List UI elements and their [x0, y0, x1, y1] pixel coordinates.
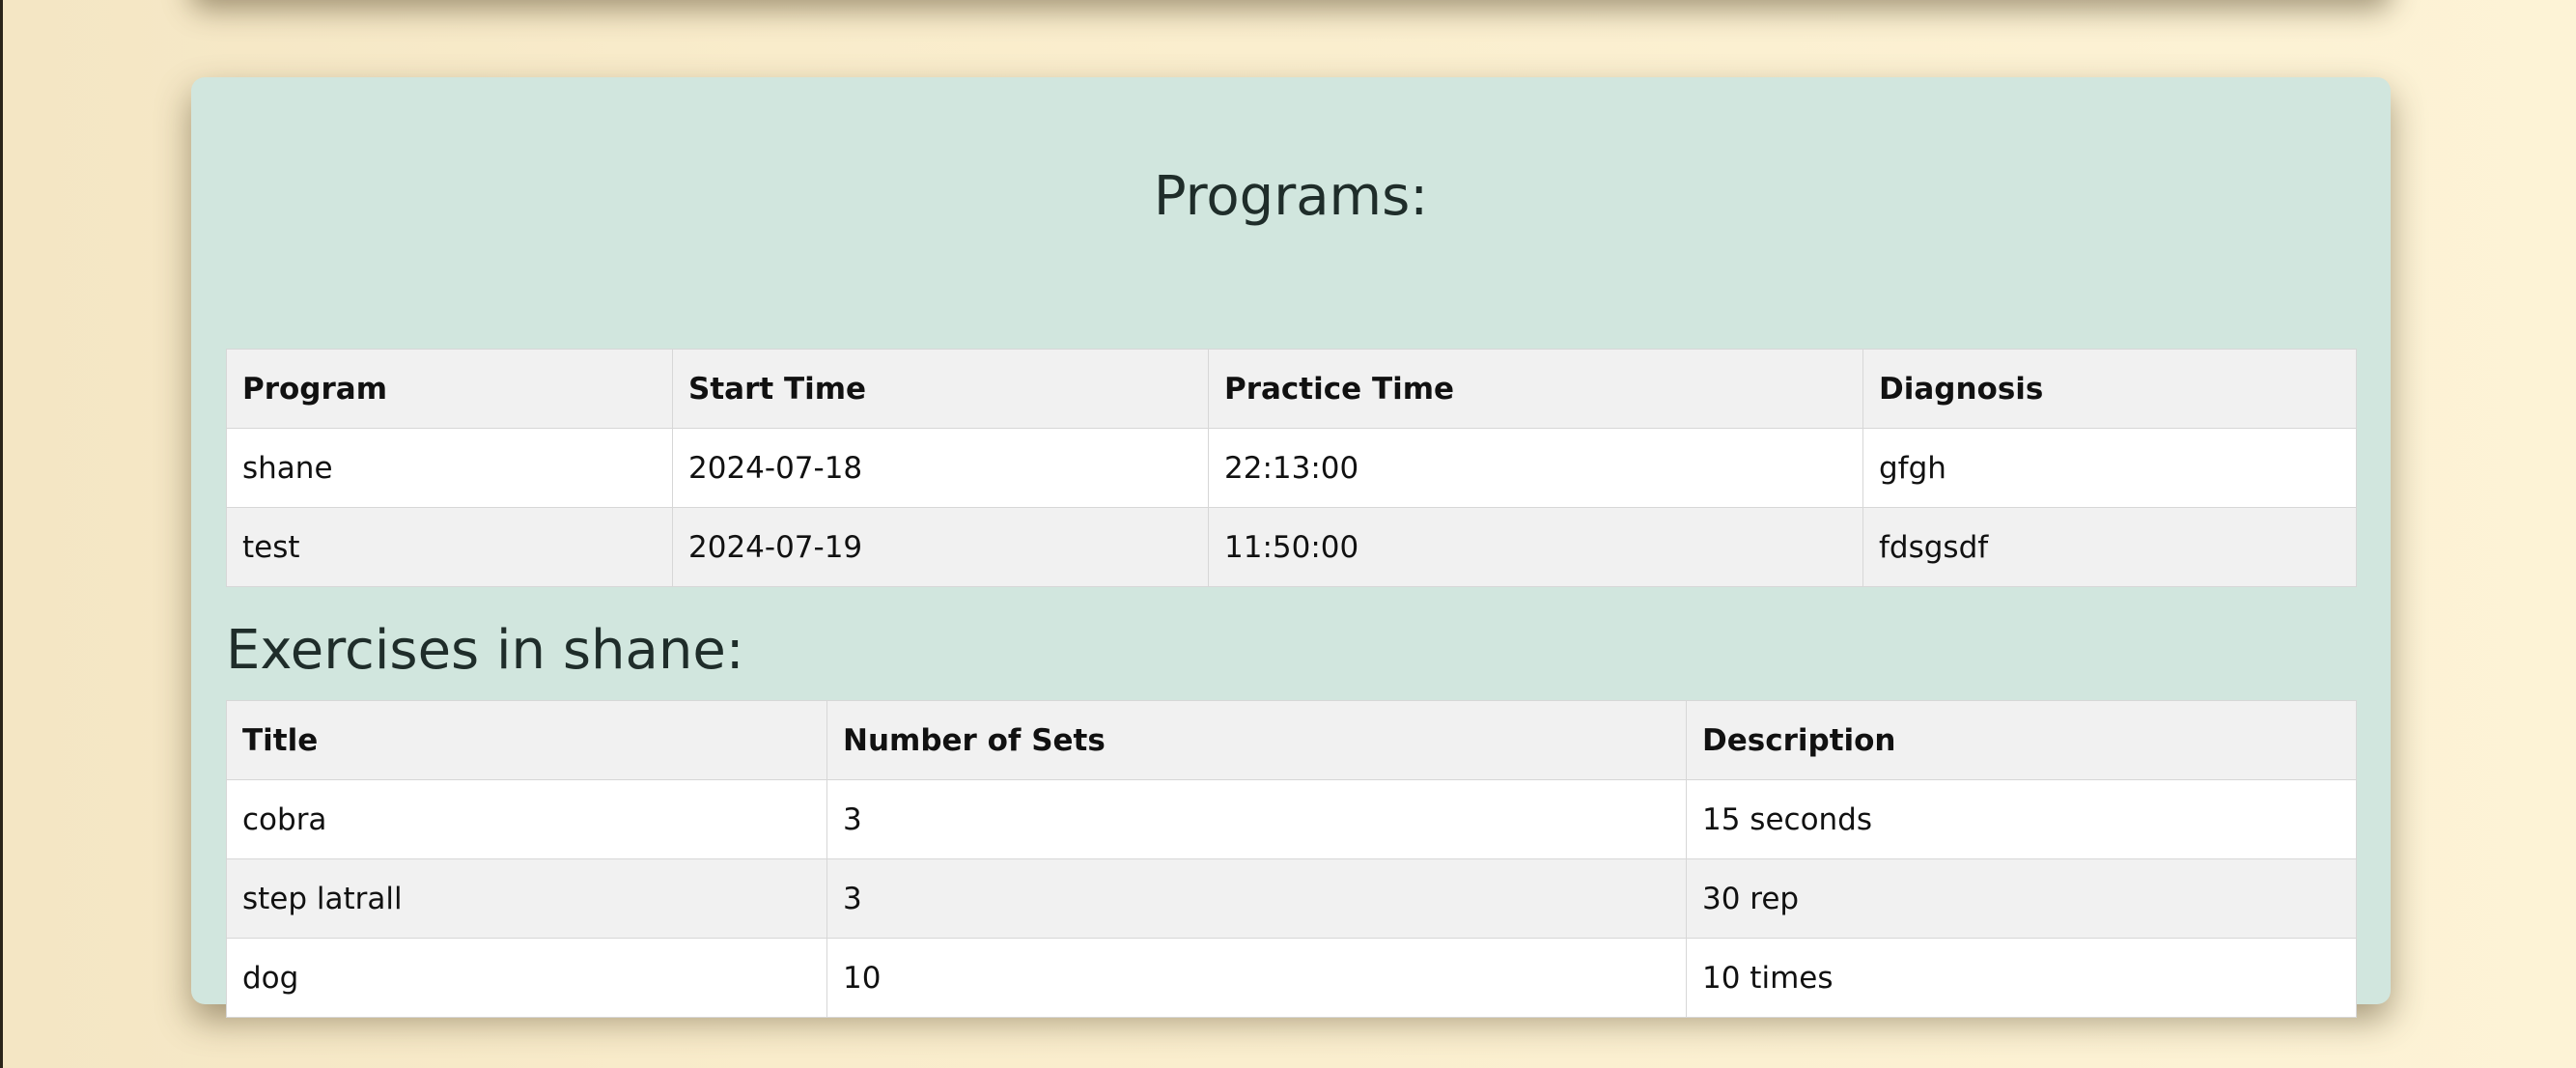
- table-row: step latrall 3 30 rep: [226, 858, 2357, 939]
- number-of-sets-cell: 3: [826, 858, 1687, 939]
- column-header-number-of-sets: Number of Sets: [826, 700, 1687, 780]
- exercises-heading: Exercises in shane:: [226, 619, 744, 682]
- exercises-table: Title Number of Sets Description cobra 3…: [226, 700, 2357, 1018]
- exercises-header-row: Title Number of Sets Description: [226, 700, 2357, 780]
- exercise-title-cell: cobra: [226, 779, 827, 859]
- description-cell: 15 seconds: [1686, 779, 2357, 859]
- column-header-title: Title: [226, 700, 827, 780]
- practice-time-cell: 11:50:00: [1208, 507, 1863, 587]
- table-row: dog 10 10 times: [226, 938, 2357, 1018]
- programs-table: Program Start Time Practice Time Diagnos…: [226, 349, 2357, 587]
- number-of-sets-cell: 3: [826, 779, 1687, 859]
- column-header-start-time: Start Time: [672, 349, 1209, 429]
- start-time-cell: 2024-07-19: [672, 507, 1209, 587]
- start-time-cell: 2024-07-18: [672, 428, 1209, 508]
- number-of-sets-cell: 10: [826, 938, 1687, 1018]
- table-row: test 2024-07-19 11:50:00 fdsgsdf: [226, 507, 2357, 587]
- table-row: shane 2024-07-18 22:13:00 gfgh: [226, 428, 2357, 508]
- window-left-edge: [0, 0, 3, 1068]
- program-name-cell: test: [226, 507, 673, 587]
- diagnosis-cell: fdsgsdf: [1862, 507, 2357, 587]
- table-row: cobra 3 15 seconds: [226, 779, 2357, 859]
- program-name-cell: shane: [226, 428, 673, 508]
- description-cell: 30 rep: [1686, 858, 2357, 939]
- column-header-program: Program: [226, 349, 673, 429]
- practice-time-cell: 22:13:00: [1208, 428, 1863, 508]
- exercise-title-cell: step latrall: [226, 858, 827, 939]
- description-cell: 10 times: [1686, 938, 2357, 1018]
- program-details-card: Programs: Program Start Time Practice Ti…: [191, 77, 2391, 1018]
- programs-header-row: Program Start Time Practice Time Diagnos…: [226, 349, 2357, 429]
- column-header-diagnosis: Diagnosis: [1862, 349, 2357, 429]
- exercise-title-cell: dog: [226, 938, 827, 1018]
- column-header-description: Description: [1686, 700, 2357, 780]
- programs-heading: Programs:: [1153, 165, 1429, 228]
- column-header-practice-time: Practice Time: [1208, 349, 1863, 429]
- diagnosis-cell: gfgh: [1862, 428, 2357, 508]
